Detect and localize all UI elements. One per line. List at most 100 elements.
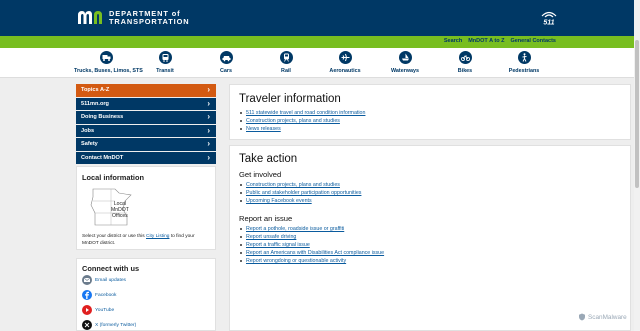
bus-icon bbox=[158, 51, 172, 64]
side-menu: Topics A-Z › 511mn.org › Doing Business › J… bbox=[76, 84, 216, 165]
badge-511-icon[interactable]: 511 bbox=[539, 10, 559, 26]
connect-email[interactable]: Email updates bbox=[82, 275, 126, 285]
menu-item-label: 511mn.org bbox=[81, 100, 109, 107]
mndot-logo[interactable] bbox=[76, 9, 104, 25]
involved-link-participation[interactable]: Public and stakeholder participation opp… bbox=[239, 189, 361, 197]
chevron-right-icon: › bbox=[207, 85, 210, 94]
take-action-panel: Take action Get involved Construction pr… bbox=[229, 145, 631, 331]
menu-item-label: Doing Business bbox=[81, 114, 124, 120]
report-link-pothole[interactable]: Report a pothole, roadside issue or graf… bbox=[239, 225, 384, 233]
connect-x-label: X (formerly Twitter) bbox=[95, 322, 137, 328]
plane-icon bbox=[338, 51, 352, 64]
boat-icon bbox=[398, 51, 412, 64]
report-link-unsafe-driving[interactable]: Report unsafe driving bbox=[239, 233, 384, 241]
nav-cars-label: Cars bbox=[220, 68, 232, 74]
menu-item-safety[interactable]: Safety › bbox=[76, 138, 216, 151]
pedestrian-icon bbox=[517, 51, 531, 64]
menu-item-511mn[interactable]: 511mn.org › bbox=[76, 97, 216, 110]
nav-pedestrians-label: Pedestrians bbox=[508, 68, 540, 74]
chevron-right-icon: › bbox=[207, 152, 210, 162]
scanmalware-watermark: ScanMalware bbox=[578, 313, 627, 321]
traveler-info-panel: Traveler information 511 statewide trave… bbox=[229, 84, 631, 140]
report-link-wrongdoing[interactable]: Report wrongdoing or questionable activi… bbox=[239, 257, 384, 265]
connect-youtube[interactable]: YouTube bbox=[82, 305, 114, 315]
menu-item-label: Safety bbox=[81, 141, 98, 147]
chevron-right-icon: › bbox=[207, 125, 210, 135]
badge-511-text: 511 bbox=[543, 20, 554, 27]
connect-facebook[interactable]: Facebook bbox=[82, 290, 116, 300]
menu-item-topics-a-z[interactable]: Topics A-Z › bbox=[76, 84, 216, 97]
transportation-nav: Trucks, Buses, Limos, STS Transit Cars R… bbox=[0, 48, 634, 78]
car-icon bbox=[219, 51, 233, 64]
nav-cars[interactable]: Cars bbox=[194, 51, 258, 74]
traveler-info-title: Traveler information bbox=[239, 93, 341, 105]
menu-item-doing-business[interactable]: Doing Business › bbox=[76, 111, 216, 124]
connect-email-label: Email updates bbox=[95, 277, 126, 283]
page: DEPARTMENT of TRANSPORTATION 511 Search … bbox=[0, 0, 640, 331]
report-link-ada[interactable]: Report an Americans with Disabilities Ac… bbox=[239, 249, 384, 257]
train-icon bbox=[279, 51, 293, 64]
menu-item-label: Topics A-Z bbox=[81, 87, 110, 93]
menu-item-jobs[interactable]: Jobs › bbox=[76, 124, 216, 137]
traveler-link-511[interactable]: 511 statewide travel and road condition … bbox=[239, 109, 365, 117]
local-info-title: Local information bbox=[82, 173, 145, 182]
report-link-traffic-signal[interactable]: Report a traffic signal issue bbox=[239, 241, 384, 249]
nav-rail[interactable]: Rail bbox=[254, 51, 318, 74]
menu-item-label: Contact MnDOT bbox=[81, 154, 124, 161]
util-link-contacts[interactable]: General Contacts bbox=[510, 38, 556, 44]
bike-icon bbox=[458, 51, 472, 64]
traveler-links: 511 statewide travel and road condition … bbox=[239, 109, 365, 133]
truck-icon bbox=[99, 51, 113, 64]
get-involved-heading: Get involved bbox=[239, 170, 282, 179]
email-icon bbox=[82, 275, 92, 285]
nav-waterways[interactable]: Waterways bbox=[373, 51, 437, 74]
nav-waterways-label: Waterways bbox=[391, 68, 419, 74]
nav-bikes[interactable]: Bikes bbox=[433, 51, 497, 74]
utility-bar: Search MnDOT A to Z General Contacts bbox=[0, 36, 634, 48]
take-action-title: Take action bbox=[239, 153, 298, 165]
nav-rail-label: Rail bbox=[281, 68, 291, 74]
page-scrollbar[interactable] bbox=[634, 0, 640, 331]
nav-transit-label: Transit bbox=[156, 68, 174, 74]
nav-pedestrians[interactable]: Pedestrians bbox=[492, 51, 556, 74]
nav-transit[interactable]: Transit bbox=[133, 51, 197, 74]
youtube-icon bbox=[82, 305, 92, 315]
menu-item-contact[interactable]: Contact MnDOT › bbox=[76, 151, 216, 164]
nav-aeronautics[interactable]: Aeronautics bbox=[313, 51, 377, 74]
department-name: DEPARTMENT of TRANSPORTATION bbox=[109, 10, 189, 26]
traveler-link-news[interactable]: News releases bbox=[239, 125, 365, 133]
local-info-text: Select your district or use this City Li… bbox=[82, 233, 212, 247]
nav-trucks-label: Trucks, Buses, Limos, STS bbox=[74, 68, 143, 74]
chevron-right-icon: › bbox=[207, 98, 210, 108]
department-line-2: TRANSPORTATION bbox=[109, 17, 190, 26]
connect-title: Connect with us bbox=[82, 264, 140, 273]
nav-trucks[interactable]: Trucks, Buses, Limos, STS bbox=[74, 51, 143, 74]
scrollbar-thumb[interactable] bbox=[635, 40, 639, 188]
involved-link-construction[interactable]: Construction projects, plans and studies bbox=[239, 181, 361, 189]
city-listing-link[interactable]: City Listing bbox=[146, 234, 169, 239]
traveler-link-construction[interactable]: Construction projects, plans and studies bbox=[239, 117, 365, 125]
involved-link-facebook-events[interactable]: Upcoming Facebook events bbox=[239, 197, 361, 205]
report-links: Report a pothole, roadside issue or graf… bbox=[239, 225, 384, 265]
connect-x[interactable]: X (formerly Twitter) bbox=[82, 320, 136, 330]
connect-facebook-label: Facebook bbox=[95, 292, 117, 298]
util-link-search[interactable]: Search bbox=[444, 38, 462, 44]
map-label: Local MnDOT Offices bbox=[111, 201, 129, 220]
map-label-line: Offices bbox=[112, 213, 128, 220]
connect-panel: Connect with us Email updates Facebook Y… bbox=[76, 258, 216, 331]
shield-icon bbox=[579, 313, 585, 321]
connect-youtube-label: YouTube bbox=[95, 307, 115, 313]
site-header: DEPARTMENT of TRANSPORTATION 511 bbox=[0, 0, 634, 36]
watermark-text: ScanMalware bbox=[588, 313, 627, 321]
chevron-right-icon: › bbox=[207, 139, 210, 148]
menu-item-label: Jobs bbox=[81, 127, 95, 134]
chevron-right-icon: › bbox=[207, 112, 210, 121]
local-info-panel: Local information Local MnDOT Offices Se… bbox=[76, 166, 216, 250]
report-issue-heading: Report an issue bbox=[239, 214, 293, 223]
x-icon bbox=[82, 320, 92, 330]
nav-aeronautics-label: Aeronautics bbox=[329, 68, 361, 74]
facebook-icon bbox=[82, 290, 92, 300]
local-text-before: Select your district or use this bbox=[82, 234, 145, 239]
nav-bikes-label: Bikes bbox=[457, 68, 473, 74]
util-link-a-to-z[interactable]: MnDOT A to Z bbox=[468, 38, 504, 44]
